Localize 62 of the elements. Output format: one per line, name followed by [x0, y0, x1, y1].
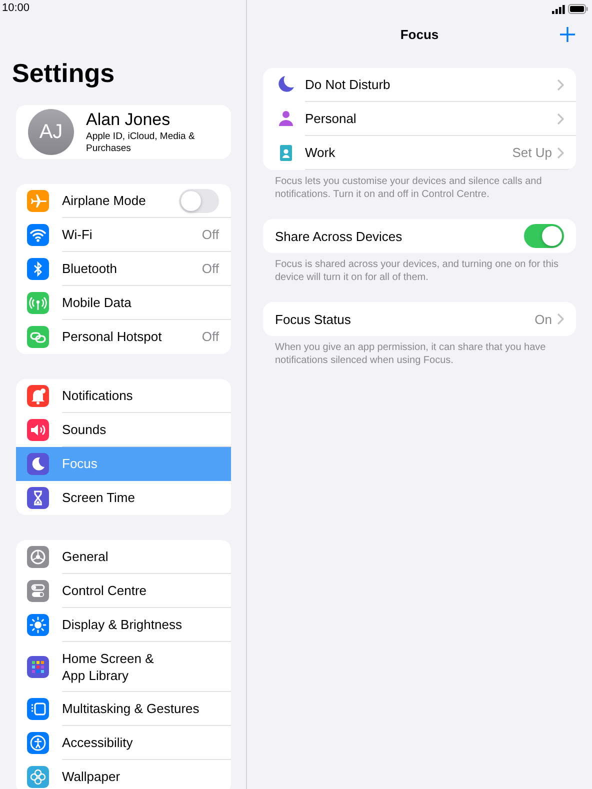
- sidebar-item[interactable]: Wallpaper: [16, 760, 231, 789]
- value-label: Off: [202, 227, 219, 242]
- sidebar-item[interactable]: Airplane Mode: [16, 184, 231, 218]
- value-label: On: [534, 312, 552, 326]
- item-label: Home Screen & App Library: [62, 650, 155, 684]
- sidebar-item[interactable]: Bluetooth Off: [16, 252, 231, 286]
- sidebar-item[interactable]: Accessibility: [16, 726, 231, 760]
- sidebar-item[interactable]: Screen Time: [16, 481, 231, 515]
- item-label: Focus: [62, 455, 98, 472]
- item-label: Focus Status: [275, 310, 352, 328]
- page-title: Focus: [400, 26, 439, 42]
- chevron-icon: [557, 78, 564, 90]
- item-label: Multitasking & Gestures: [62, 700, 200, 717]
- sidebar-item[interactable]: General: [16, 540, 231, 574]
- footer-note: When you give an app permission, it can share that you have notifications silenced when using Focus.: [274, 341, 547, 367]
- item-label: Personal: [305, 110, 358, 127]
- item-label: Bluetooth: [62, 260, 118, 277]
- profile-card[interactable]: AJ Alan Jones Apple ID, iCloud, Media & Purchases: [16, 105, 231, 159]
- value-label: Set Up: [512, 145, 552, 160]
- item-label: Wi-Fi: [62, 226, 94, 243]
- sidebar-item[interactable]: Control Centre: [16, 574, 231, 608]
- focus-mode-row[interactable]: Work Set Up: [263, 136, 576, 170]
- toggle-switch[interactable]: [179, 188, 219, 212]
- footer-note: Focus lets you customise your devices and silence calls and notifications. Turn it on and off in Control Centre.: [274, 175, 543, 201]
- chevron-icon: [557, 112, 564, 124]
- avatar: AJ: [28, 109, 74, 155]
- chevron-icon: [557, 146, 564, 158]
- sidebar-item[interactable]: Notifications: [16, 379, 231, 413]
- chevron-icon: [557, 313, 564, 325]
- plus-icon[interactable]: [560, 27, 575, 42]
- sidebar-item[interactable]: Multitasking & Gestures: [16, 692, 231, 726]
- item-label: General: [62, 548, 110, 565]
- signal-icon: [552, 4, 565, 14]
- sidebar-item[interactable]: Display & Brightness: [16, 608, 231, 642]
- item-label: Personal Hotspot: [62, 328, 163, 345]
- value-label: Off: [202, 329, 219, 344]
- profile-name: Alan Jones: [86, 110, 172, 130]
- item-label: Notifications: [62, 387, 134, 404]
- focus-mode-row[interactable]: Do Not Disturb: [263, 68, 576, 102]
- sidebar-item[interactable]: Mobile Data: [16, 286, 231, 320]
- footer-note: Focus is shared across your devices, and turning one on for this device will turn it on for all of them.: [274, 258, 560, 284]
- item-label: Do Not Disturb: [305, 76, 392, 93]
- battery-icon: [568, 4, 588, 14]
- sidebar-item[interactable]: Home Screen & App Library: [16, 642, 231, 692]
- item-label: Sounds: [62, 421, 108, 438]
- item-label: Mobile Data: [62, 294, 132, 311]
- toggle-switch[interactable]: [524, 224, 564, 248]
- sidebar-item[interactable]: Wi-Fi Off: [16, 218, 231, 252]
- sidebar-item[interactable]: Personal Hotspot Off: [16, 320, 231, 354]
- item-label: Screen Time: [62, 489, 136, 506]
- item-label: Share Across Devices: [275, 228, 404, 244]
- focus-mode-row[interactable]: Personal: [263, 102, 576, 136]
- item-label: Wallpaper: [62, 768, 122, 785]
- item-label: Display & Brightness: [62, 616, 183, 633]
- item-label: Airplane Mode: [62, 192, 147, 209]
- value-label: Off: [202, 261, 219, 276]
- profile-subtitle: Apple ID, iCloud, Media & Purchases: [86, 130, 196, 154]
- item-label: Accessibility: [62, 734, 134, 751]
- item-label: Control Centre: [62, 582, 148, 599]
- status-time: 10:00: [2, 1, 31, 16]
- item-label: Work: [305, 144, 336, 161]
- sidebar-title: Settings: [12, 58, 116, 88]
